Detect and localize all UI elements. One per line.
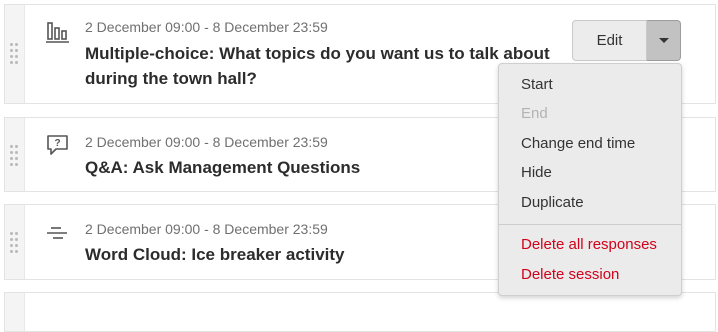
grip-dots-icon	[10, 43, 18, 65]
session-title[interactable]: Q&A: Ask Management Questions	[85, 155, 555, 180]
menu-item-duplicate[interactable]: Duplicate	[521, 194, 584, 211]
grip-dots-icon	[10, 232, 18, 254]
menu-item-end: End	[521, 105, 548, 122]
session-date: 2 December 09:00 - 8 December 23:59	[85, 19, 328, 35]
caret-down-icon	[658, 38, 669, 43]
question-bubble-icon: ?	[45, 132, 71, 156]
word-cloud-icon	[45, 225, 71, 249]
session-title[interactable]: Multiple-choice: What topics do you want…	[85, 41, 555, 91]
edit-button[interactable]: Edit	[572, 20, 647, 61]
menu-item-hide[interactable]: Hide	[521, 164, 552, 181]
actions-dropdown-menu: Start End Change end time Hide Duplicate…	[498, 63, 682, 296]
menu-item-delete-session[interactable]: Delete session	[521, 266, 619, 283]
drag-handle[interactable]	[5, 293, 25, 331]
more-actions-dropdown-toggle[interactable]	[647, 20, 681, 61]
menu-divider	[499, 224, 681, 225]
session-title[interactable]: Word Cloud: Ice breaker activity	[85, 242, 555, 267]
drag-handle[interactable]	[5, 118, 25, 191]
menu-item-start[interactable]: Start	[521, 76, 553, 93]
session-date: 2 December 09:00 - 8 December 23:59	[85, 134, 328, 150]
session-card[interactable]	[4, 292, 716, 332]
menu-item-delete-all-responses[interactable]: Delete all responses	[521, 236, 657, 253]
grip-dots-icon	[10, 145, 18, 167]
bar-chart-icon	[45, 20, 71, 44]
menu-item-change-end-time[interactable]: Change end time	[521, 135, 635, 152]
session-date: 2 December 09:00 - 8 December 23:59	[85, 221, 328, 237]
drag-handle[interactable]	[5, 5, 25, 103]
svg-text:?: ?	[54, 138, 60, 149]
drag-handle[interactable]	[5, 205, 25, 279]
edit-split-button: Edit	[572, 20, 681, 61]
